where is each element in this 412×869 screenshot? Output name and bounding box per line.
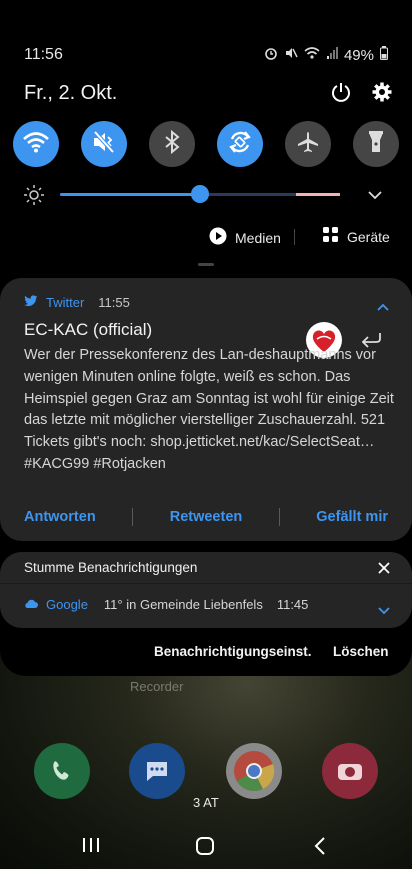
- cloud-icon: [24, 597, 38, 612]
- notification-title: EC-KAC (official): [24, 320, 153, 339]
- flashlight-toggle[interactable]: [353, 121, 399, 167]
- notification-body: Wer der Pressekonferenz des Lan-deshaupt…: [24, 347, 394, 472]
- google-app-name: Google: [46, 597, 88, 612]
- drag-handle[interactable]: [198, 263, 214, 266]
- wifi-status-icon: [304, 46, 320, 64]
- status-icons: 49%: [264, 46, 388, 64]
- navigation-bar: [0, 819, 412, 869]
- bluetooth-icon: [164, 129, 180, 159]
- google-notification-time: 11:45: [276, 597, 309, 612]
- alarm-icon: [264, 46, 278, 64]
- recorder-label: Recorder: [130, 679, 184, 694]
- battery-percent: 49%: [343, 46, 374, 64]
- airplane-mode-toggle[interactable]: [285, 121, 331, 167]
- play-icon: [209, 227, 227, 248]
- status-time: 11:56: [24, 46, 63, 63]
- devices-button[interactable]: Geräte: [323, 227, 390, 246]
- media-button[interactable]: Medien: [209, 227, 281, 248]
- action-divider: [132, 508, 134, 526]
- media-label: Medien: [235, 229, 281, 246]
- close-icon[interactable]: [378, 561, 390, 579]
- twitter-app-row: Twitter 11:55: [24, 295, 130, 310]
- mute-icon: [284, 46, 298, 64]
- action-divider: [278, 508, 280, 526]
- camera-app-icon[interactable]: [322, 743, 378, 799]
- twitter-app-name: Twitter: [46, 295, 85, 310]
- signal-icon: [326, 46, 338, 64]
- messages-app-icon[interactable]: [129, 743, 185, 799]
- twitter-notification-time: 11:55: [98, 295, 130, 310]
- battery-icon: [380, 46, 388, 64]
- carrier-label: 3 AT: [193, 795, 219, 810]
- clear-all-button[interactable]: Löschen: [333, 644, 389, 659]
- like-button[interactable]: Gefällt mir: [316, 509, 388, 525]
- twitter-bird-icon: [24, 295, 38, 310]
- devices-icon: [323, 227, 339, 246]
- collapse-chevron-icon[interactable]: [377, 298, 389, 316]
- expand-google-chevron-icon[interactable]: [378, 602, 390, 620]
- devices-label: Geräte: [347, 228, 390, 245]
- retweet-button[interactable]: Retweeten: [170, 509, 243, 525]
- sound-mute-toggle[interactable]: [81, 121, 127, 167]
- home-icon[interactable]: [195, 836, 215, 861]
- settings-gear-icon[interactable]: [370, 80, 394, 104]
- back-icon[interactable]: [313, 836, 327, 861]
- media-divider: [294, 229, 295, 245]
- auto-rotate-toggle[interactable]: [217, 121, 263, 167]
- wifi-icon: [23, 131, 49, 158]
- card-divider: [0, 583, 412, 584]
- brightness-slider-fill: [60, 193, 200, 196]
- mute-sound-icon: [91, 130, 117, 159]
- flashlight-icon: [367, 129, 385, 160]
- bluetooth-toggle[interactable]: [149, 121, 195, 167]
- expand-chevron-icon[interactable]: [368, 187, 382, 205]
- airplane-icon: [296, 130, 320, 159]
- reply-button[interactable]: Antworten: [24, 509, 96, 525]
- power-icon[interactable]: [329, 80, 353, 104]
- brightness-high-zone: [296, 193, 340, 196]
- recents-icon[interactable]: [80, 837, 102, 858]
- google-notification-text: 11° in Gemeinde Liebenfels: [103, 597, 263, 612]
- notification-settings-button[interactable]: Benachrichtigungseinst.: [154, 644, 312, 659]
- wifi-toggle[interactable]: [13, 121, 59, 167]
- phone-app-icon[interactable]: [34, 743, 90, 799]
- silent-notifications-header: Stumme Benachrichtigungen: [24, 560, 198, 575]
- brightness-icon: [23, 184, 45, 211]
- google-notification[interactable]: Google 11° in Gemeinde Liebenfels 11:45: [24, 597, 308, 612]
- chrome-app-icon[interactable]: [226, 743, 282, 799]
- notification-actions: Antworten Retweeten Gefällt mir: [24, 508, 388, 526]
- auto-rotate-icon: [227, 129, 253, 160]
- date-label: Fr., 2. Okt.: [24, 82, 118, 104]
- brightness-slider-thumb[interactable]: [191, 185, 209, 203]
